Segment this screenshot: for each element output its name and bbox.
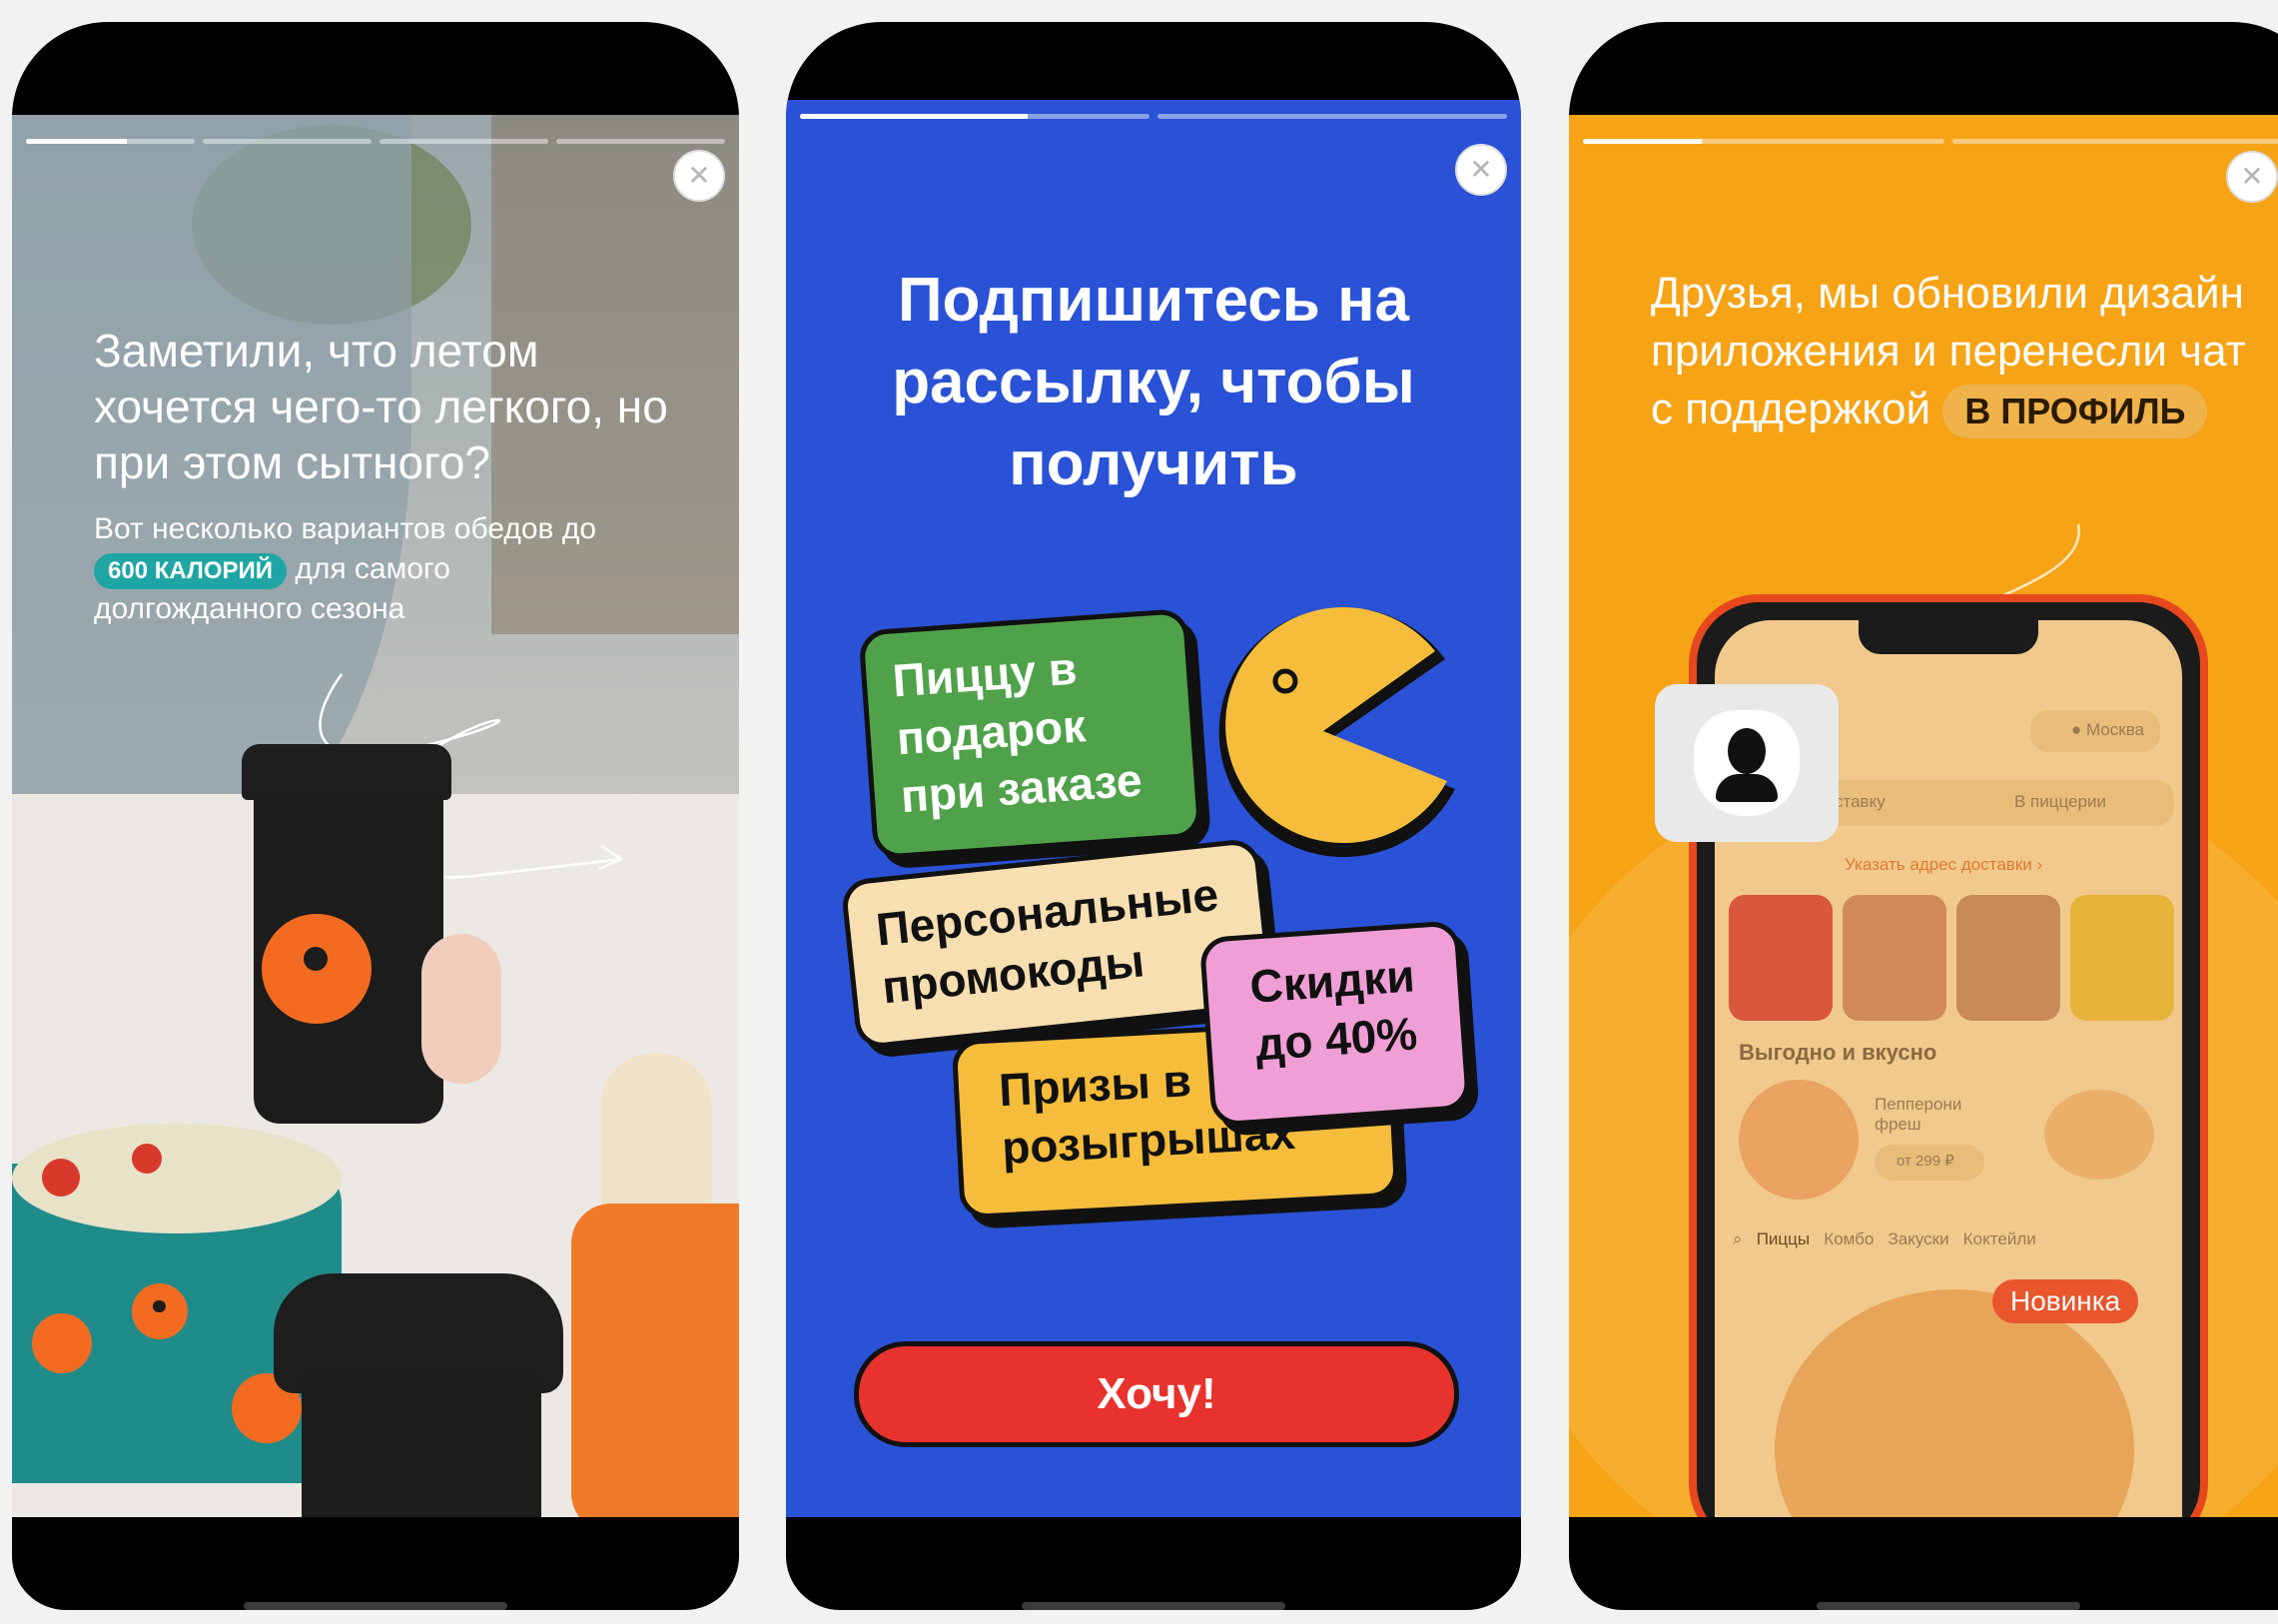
promo-tile: [1843, 895, 1946, 1021]
close-icon: ✕: [2240, 160, 2264, 193]
sticker-discounts: Скидки до 40%: [1198, 920, 1472, 1128]
category-item: Пиццы: [1756, 1229, 1811, 1248]
location-pin-icon: ●: [2070, 720, 2082, 739]
story-progress-bar: [26, 139, 725, 144]
category-item: Закуски: [1888, 1229, 1949, 1248]
pizza-image: [2044, 1090, 2154, 1180]
tomato: [42, 1159, 80, 1197]
story-progress-bar: [800, 114, 1507, 119]
pizza-image: [1739, 1080, 1859, 1200]
close-button[interactable]: ✕: [2226, 151, 2278, 203]
hand: [421, 934, 501, 1084]
coffee-cup-lid: [242, 744, 451, 800]
address-link: Указать адрес доставки ›: [1845, 855, 2042, 875]
category-item: Комбо: [1824, 1229, 1875, 1248]
tab-delivery: ставку: [1835, 792, 1886, 811]
progress-segment: [1583, 139, 1944, 144]
phone-frame-3: ✕ Друзья, мы обновили дизайн приложения …: [1569, 22, 2278, 1610]
progress-segment: [1952, 139, 2278, 144]
pacman-icon: [1218, 607, 1455, 858]
story-title: Друзья, мы обновили дизайн приложения и …: [1651, 265, 2270, 439]
chevron-right-icon: ›: [2036, 855, 2043, 874]
category-bar: ⌕ Пиццы Комбо Закуски Коктейли: [1733, 1229, 2036, 1249]
close-button[interactable]: ✕: [673, 150, 725, 202]
mockup-notch: [1859, 620, 2038, 654]
home-indicator: [244, 1602, 507, 1610]
progress-segment: [556, 139, 725, 144]
story-screen-3[interactable]: ✕ Друзья, мы обновили дизайн приложения …: [1569, 115, 2278, 1517]
pizza-image: [1775, 1289, 2134, 1517]
address-link-text: Указать адрес доставки: [1845, 855, 2032, 874]
phone-frame-2: ✕ Подпишитесь на рассылку, чтобы получит…: [786, 22, 1521, 1610]
profile-badge: В ПРОФИЛЬ: [1942, 385, 2208, 439]
city-label: ● Москва: [2071, 720, 2144, 740]
wrap-paper: [571, 1204, 739, 1517]
close-icon: ✕: [1469, 153, 1493, 186]
brand-logo-icon: [132, 1283, 188, 1339]
support-avatar-card: [1655, 684, 1839, 842]
progress-segment: [26, 139, 195, 144]
product-name: Пепперони фреш: [1875, 1095, 1962, 1134]
city-text: Москва: [2085, 720, 2144, 739]
coffee-cup: [302, 1373, 541, 1517]
progress-segment: [380, 139, 548, 144]
story-screen-2[interactable]: ✕ Подпишитесь на рассылку, чтобы получит…: [786, 100, 1521, 1517]
promo-tile: [2070, 895, 2174, 1021]
category-item: Коктейли: [1962, 1229, 2036, 1248]
story-title: Заметили, что летом хочется чего-то легк…: [94, 325, 668, 488]
bowl-dot: [32, 1313, 92, 1373]
close-button[interactable]: ✕: [1455, 144, 1507, 196]
promo-tile: [1729, 895, 1833, 1021]
brand-logo-icon: [262, 914, 372, 1024]
progress-segment: [203, 139, 372, 144]
tomato: [132, 1144, 162, 1174]
close-icon: ✕: [687, 159, 711, 192]
home-indicator: [1022, 1602, 1285, 1610]
home-indicator: [1817, 1602, 2080, 1610]
story-subtitle: Вот несколько вариантов обедов до 600 КА…: [94, 509, 653, 629]
story-title: Подпишитесь на рассылку, чтобы получить: [892, 266, 1415, 498]
story-screen-1[interactable]: ✕ Заметили, что летом хочется чего-то ле…: [12, 115, 739, 1517]
phone-frame-1: ✕ Заметили, что летом хочется чего-то ле…: [12, 22, 739, 1610]
promo-tile: [1956, 895, 2060, 1021]
story-progress-bar: [1583, 139, 2278, 144]
user-avatar-icon: [1694, 710, 1800, 816]
progress-segment: [800, 114, 1149, 119]
section-title: Выгодно и вкусно: [1739, 1040, 1937, 1065]
progress-segment: [1157, 114, 1507, 119]
tab-pizzeria: В пиццерии: [2014, 792, 2106, 811]
calories-badge: 600 КАЛОРИЙ: [94, 553, 287, 589]
product-price: от 299 ₽: [1897, 1153, 1954, 1170]
subscribe-button[interactable]: Хочу!: [854, 1341, 1459, 1447]
search-icon: ⌕: [1733, 1229, 1743, 1248]
new-badge: Новинка: [1992, 1279, 2139, 1323]
sticker-pizza-gift: Пиццу в подарок при заказе: [858, 607, 1203, 861]
subtitle-part: Вот несколько вариантов обедов до: [94, 512, 597, 545]
